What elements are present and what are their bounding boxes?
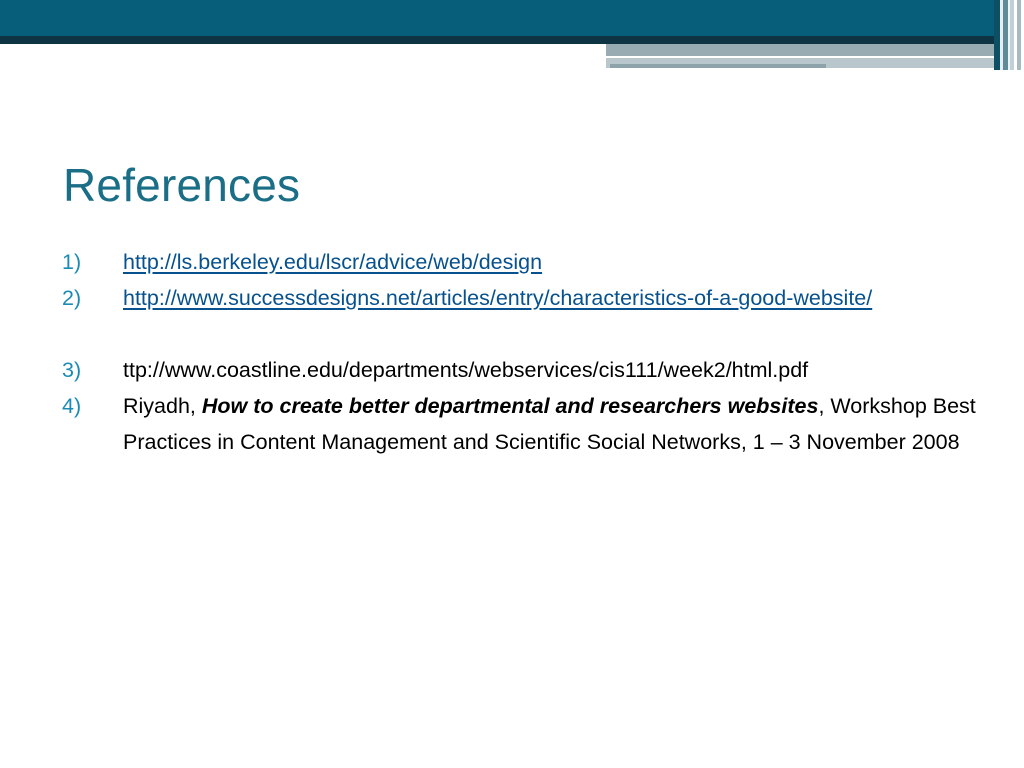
list-item: 1) http://ls.berkeley.edu/lscr/advice/we… [62,244,1022,280]
header-grey-accent [610,64,826,68]
header-grey-bar [606,44,1000,56]
list-number: 2) [62,286,82,310]
reference-list: 1) http://ls.berkeley.edu/lscr/advice/we… [62,244,1022,460]
reference-link-1[interactable]: http://ls.berkeley.edu/lscr/advice/web/d… [123,250,542,274]
slide: References 1) http://ls.berkeley.edu/lsc… [0,0,1024,768]
list-number: 1) [62,250,82,274]
reference-link-2[interactable]: http://www.successdesigns.net/articles/e… [123,286,872,310]
page-title: References [63,159,301,211]
list-item: 4) Riyadh, How to create better departme… [62,388,1022,460]
header-dark-line [0,36,1000,44]
header-band [0,0,1024,40]
list-number: 3) [62,358,82,382]
reference-title: How to create better departmental and re… [201,394,819,418]
reference-author: Riyadh, [123,394,202,418]
header-right-stripes [994,0,1024,70]
list-number: 4) [62,394,82,418]
list-item: 3) ttp://www.coastline.edu/departments/w… [62,352,1022,388]
reference-text-3: ttp://www.coastline.edu/departments/webs… [123,358,809,382]
list-item: 2) http://www.successdesigns.net/article… [62,280,1022,316]
reference-text-4: Riyadh, How to create better departmenta… [123,388,1022,460]
